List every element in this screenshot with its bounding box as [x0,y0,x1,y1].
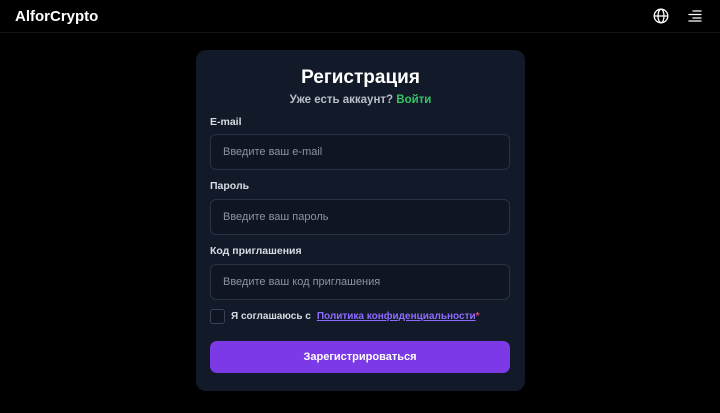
password-field[interactable] [210,199,510,235]
site-logo[interactable]: AlforCrypto [15,8,98,25]
agreement-row: Я соглашаюсь с Политика конфиденциальнос… [210,308,480,324]
agree-text: Я соглашаюсь с [231,310,311,322]
login-prompt: Уже есть аккаунт? Войти [196,94,525,106]
invite-code-label: Код приглашения [210,245,302,257]
privacy-policy-link[interactable]: Политика конфиденциальности [317,311,476,322]
required-mark: * [475,310,480,322]
registration-card: Регистрация Уже есть аккаунт? Войти E-ma… [196,50,525,391]
login-prompt-text: Уже есть аккаунт? [289,94,394,106]
email-label: E-mail [210,116,242,128]
email-field[interactable] [210,134,510,170]
register-button[interactable]: Зарегистрироваться [210,341,510,373]
agree-checkbox[interactable] [210,308,225,324]
form-title: Регистрация [301,67,420,88]
menu-icon[interactable] [686,7,704,25]
navbar-actions [652,7,704,25]
invite-code-field[interactable] [210,264,510,300]
login-link[interactable]: Войти [396,94,431,106]
top-navbar: AlforCrypto [0,0,720,33]
globe-icon[interactable] [652,7,670,25]
password-label: Пароль [210,180,250,192]
